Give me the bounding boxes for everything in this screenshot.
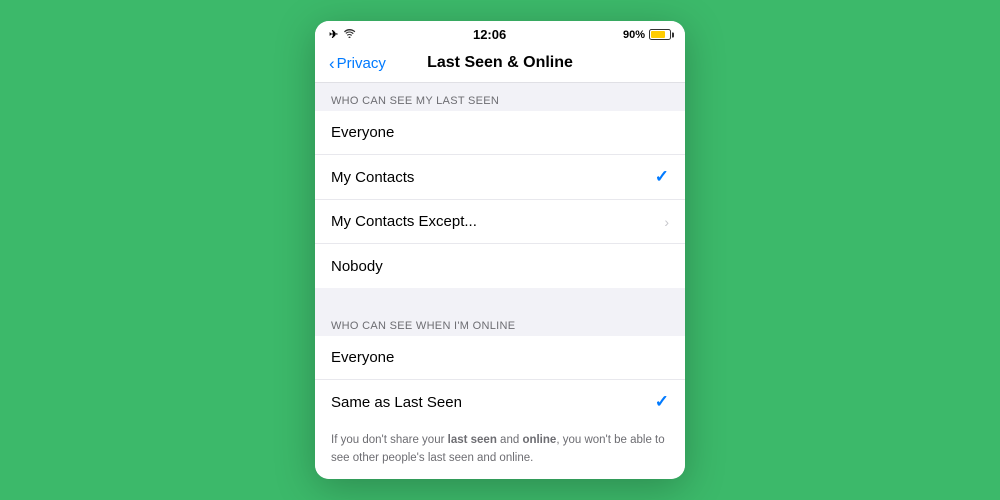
list-item[interactable]: Everyone [315, 111, 685, 155]
list-item[interactable]: Everyone [315, 336, 685, 380]
footer-text: If you don't share your last seen and on… [315, 424, 685, 479]
section-header-2: WHO CAN SEE WHEN I'M ONLINE [315, 308, 685, 336]
battery-fill [651, 31, 665, 38]
battery-icon [649, 29, 671, 40]
list-item[interactable]: Same as Last Seen ✓ [315, 380, 685, 424]
wifi-icon [343, 28, 356, 41]
phone-card: ✈ 12:06 90% ‹ Privacy Last Seen [315, 21, 685, 479]
battery-percent: 90% [623, 29, 645, 41]
row-label-same-as-last-seen: Same as Last Seen [331, 394, 655, 411]
checkmark-icon: ✓ [655, 392, 669, 412]
list-item[interactable]: My Contacts Except... › [315, 200, 685, 244]
list-item[interactable]: Nobody [315, 244, 685, 288]
section-header-1: WHO CAN SEE MY LAST SEEN [315, 83, 685, 111]
online-group: Everyone Same as Last Seen ✓ [315, 336, 685, 424]
status-left: ✈ [329, 28, 356, 41]
row-label-everyone-online: Everyone [331, 349, 669, 366]
row-label-everyone: Everyone [331, 124, 669, 141]
list-item[interactable]: My Contacts ✓ [315, 155, 685, 200]
back-label: Privacy [337, 55, 386, 72]
back-chevron-icon: ‹ [329, 55, 335, 72]
row-label-nobody: Nobody [331, 258, 669, 275]
back-button[interactable]: ‹ Privacy [329, 55, 399, 72]
checkmark-icon: ✓ [655, 167, 669, 187]
airplane-icon: ✈ [329, 28, 338, 41]
row-label-my-contacts: My Contacts [331, 169, 655, 186]
status-time: 12:06 [473, 27, 506, 42]
status-right: 90% [623, 29, 671, 41]
chevron-right-icon: › [664, 214, 669, 230]
nav-bar: ‹ Privacy Last Seen & Online [315, 46, 685, 83]
page-title: Last Seen & Online [399, 54, 601, 72]
last-seen-group: Everyone My Contacts ✓ My Contacts Excep… [315, 111, 685, 288]
status-bar: ✈ 12:06 90% [315, 21, 685, 46]
section-gap [315, 288, 685, 308]
row-label-contacts-except: My Contacts Except... [331, 213, 664, 230]
